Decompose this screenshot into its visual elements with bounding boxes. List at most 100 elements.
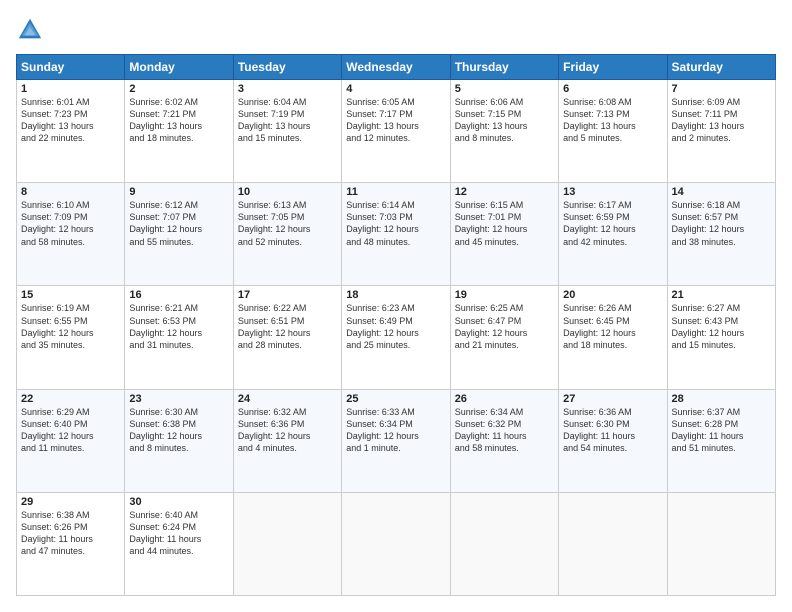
- day-number: 23: [129, 393, 228, 405]
- calendar-cell: 1Sunrise: 6:01 AM Sunset: 7:23 PM Daylig…: [17, 80, 125, 183]
- calendar-cell: 14Sunrise: 6:18 AM Sunset: 6:57 PM Dayli…: [667, 183, 775, 286]
- calendar-cell: 9Sunrise: 6:12 AM Sunset: 7:07 PM Daylig…: [125, 183, 233, 286]
- day-number: 15: [21, 289, 120, 301]
- day-info: Sunrise: 6:21 AM Sunset: 6:53 PM Dayligh…: [129, 302, 228, 351]
- day-info: Sunrise: 6:17 AM Sunset: 6:59 PM Dayligh…: [563, 199, 662, 248]
- calendar-cell: 2Sunrise: 6:02 AM Sunset: 7:21 PM Daylig…: [125, 80, 233, 183]
- day-number: 28: [672, 393, 771, 405]
- calendar-cell: 24Sunrise: 6:32 AM Sunset: 6:36 PM Dayli…: [233, 389, 341, 492]
- dow-header: Monday: [125, 55, 233, 80]
- calendar-cell: [233, 492, 341, 595]
- dow-header: Saturday: [667, 55, 775, 80]
- day-number: 13: [563, 186, 662, 198]
- day-number: 6: [563, 83, 662, 95]
- calendar-cell: 29Sunrise: 6:38 AM Sunset: 6:26 PM Dayli…: [17, 492, 125, 595]
- day-number: 2: [129, 83, 228, 95]
- day-number: 16: [129, 289, 228, 301]
- day-number: 4: [346, 83, 445, 95]
- calendar-cell: 10Sunrise: 6:13 AM Sunset: 7:05 PM Dayli…: [233, 183, 341, 286]
- day-number: 1: [21, 83, 120, 95]
- day-number: 17: [238, 289, 337, 301]
- calendar-cell: 15Sunrise: 6:19 AM Sunset: 6:55 PM Dayli…: [17, 286, 125, 389]
- day-info: Sunrise: 6:22 AM Sunset: 6:51 PM Dayligh…: [238, 302, 337, 351]
- calendar-cell: [450, 492, 558, 595]
- day-number: 27: [563, 393, 662, 405]
- day-number: 5: [455, 83, 554, 95]
- day-number: 14: [672, 186, 771, 198]
- calendar-cell: 8Sunrise: 6:10 AM Sunset: 7:09 PM Daylig…: [17, 183, 125, 286]
- day-info: Sunrise: 6:23 AM Sunset: 6:49 PM Dayligh…: [346, 302, 445, 351]
- calendar-cell: 27Sunrise: 6:36 AM Sunset: 6:30 PM Dayli…: [559, 389, 667, 492]
- day-info: Sunrise: 6:10 AM Sunset: 7:09 PM Dayligh…: [21, 199, 120, 248]
- day-info: Sunrise: 6:06 AM Sunset: 7:15 PM Dayligh…: [455, 96, 554, 145]
- day-info: Sunrise: 6:33 AM Sunset: 6:34 PM Dayligh…: [346, 406, 445, 455]
- day-number: 11: [346, 186, 445, 198]
- day-info: Sunrise: 6:18 AM Sunset: 6:57 PM Dayligh…: [672, 199, 771, 248]
- calendar: SundayMondayTuesdayWednesdayThursdayFrid…: [16, 54, 776, 596]
- day-info: Sunrise: 6:04 AM Sunset: 7:19 PM Dayligh…: [238, 96, 337, 145]
- calendar-cell: 25Sunrise: 6:33 AM Sunset: 6:34 PM Dayli…: [342, 389, 450, 492]
- calendar-cell: [667, 492, 775, 595]
- day-number: 9: [129, 186, 228, 198]
- day-info: Sunrise: 6:12 AM Sunset: 7:07 PM Dayligh…: [129, 199, 228, 248]
- calendar-cell: 16Sunrise: 6:21 AM Sunset: 6:53 PM Dayli…: [125, 286, 233, 389]
- calendar-cell: 28Sunrise: 6:37 AM Sunset: 6:28 PM Dayli…: [667, 389, 775, 492]
- day-info: Sunrise: 6:25 AM Sunset: 6:47 PM Dayligh…: [455, 302, 554, 351]
- day-info: Sunrise: 6:15 AM Sunset: 7:01 PM Dayligh…: [455, 199, 554, 248]
- calendar-cell: 18Sunrise: 6:23 AM Sunset: 6:49 PM Dayli…: [342, 286, 450, 389]
- day-info: Sunrise: 6:13 AM Sunset: 7:05 PM Dayligh…: [238, 199, 337, 248]
- day-info: Sunrise: 6:27 AM Sunset: 6:43 PM Dayligh…: [672, 302, 771, 351]
- day-number: 20: [563, 289, 662, 301]
- calendar-cell: 13Sunrise: 6:17 AM Sunset: 6:59 PM Dayli…: [559, 183, 667, 286]
- dow-header: Tuesday: [233, 55, 341, 80]
- calendar-cell: 12Sunrise: 6:15 AM Sunset: 7:01 PM Dayli…: [450, 183, 558, 286]
- calendar-cell: 3Sunrise: 6:04 AM Sunset: 7:19 PM Daylig…: [233, 80, 341, 183]
- day-number: 12: [455, 186, 554, 198]
- day-info: Sunrise: 6:32 AM Sunset: 6:36 PM Dayligh…: [238, 406, 337, 455]
- day-number: 8: [21, 186, 120, 198]
- day-number: 3: [238, 83, 337, 95]
- dow-header: Thursday: [450, 55, 558, 80]
- day-info: Sunrise: 6:29 AM Sunset: 6:40 PM Dayligh…: [21, 406, 120, 455]
- day-info: Sunrise: 6:08 AM Sunset: 7:13 PM Dayligh…: [563, 96, 662, 145]
- header: [16, 16, 776, 44]
- calendar-cell: 23Sunrise: 6:30 AM Sunset: 6:38 PM Dayli…: [125, 389, 233, 492]
- day-number: 30: [129, 496, 228, 508]
- calendar-cell: [342, 492, 450, 595]
- day-number: 24: [238, 393, 337, 405]
- day-number: 26: [455, 393, 554, 405]
- calendar-cell: 11Sunrise: 6:14 AM Sunset: 7:03 PM Dayli…: [342, 183, 450, 286]
- logo-icon: [16, 16, 44, 44]
- calendar-cell: 30Sunrise: 6:40 AM Sunset: 6:24 PM Dayli…: [125, 492, 233, 595]
- day-info: Sunrise: 6:30 AM Sunset: 6:38 PM Dayligh…: [129, 406, 228, 455]
- day-info: Sunrise: 6:34 AM Sunset: 6:32 PM Dayligh…: [455, 406, 554, 455]
- calendar-cell: 22Sunrise: 6:29 AM Sunset: 6:40 PM Dayli…: [17, 389, 125, 492]
- logo: [16, 16, 48, 44]
- dow-header: Sunday: [17, 55, 125, 80]
- day-info: Sunrise: 6:37 AM Sunset: 6:28 PM Dayligh…: [672, 406, 771, 455]
- page: SundayMondayTuesdayWednesdayThursdayFrid…: [0, 0, 792, 612]
- day-number: 18: [346, 289, 445, 301]
- calendar-cell: 21Sunrise: 6:27 AM Sunset: 6:43 PM Dayli…: [667, 286, 775, 389]
- calendar-cell: [559, 492, 667, 595]
- day-info: Sunrise: 6:14 AM Sunset: 7:03 PM Dayligh…: [346, 199, 445, 248]
- day-number: 29: [21, 496, 120, 508]
- calendar-cell: 20Sunrise: 6:26 AM Sunset: 6:45 PM Dayli…: [559, 286, 667, 389]
- day-info: Sunrise: 6:19 AM Sunset: 6:55 PM Dayligh…: [21, 302, 120, 351]
- day-info: Sunrise: 6:36 AM Sunset: 6:30 PM Dayligh…: [563, 406, 662, 455]
- calendar-cell: 6Sunrise: 6:08 AM Sunset: 7:13 PM Daylig…: [559, 80, 667, 183]
- day-number: 7: [672, 83, 771, 95]
- day-number: 21: [672, 289, 771, 301]
- calendar-cell: 5Sunrise: 6:06 AM Sunset: 7:15 PM Daylig…: [450, 80, 558, 183]
- day-number: 19: [455, 289, 554, 301]
- dow-header: Wednesday: [342, 55, 450, 80]
- day-info: Sunrise: 6:01 AM Sunset: 7:23 PM Dayligh…: [21, 96, 120, 145]
- day-number: 10: [238, 186, 337, 198]
- day-number: 22: [21, 393, 120, 405]
- day-info: Sunrise: 6:26 AM Sunset: 6:45 PM Dayligh…: [563, 302, 662, 351]
- calendar-cell: 7Sunrise: 6:09 AM Sunset: 7:11 PM Daylig…: [667, 80, 775, 183]
- day-info: Sunrise: 6:38 AM Sunset: 6:26 PM Dayligh…: [21, 509, 120, 558]
- day-info: Sunrise: 6:09 AM Sunset: 7:11 PM Dayligh…: [672, 96, 771, 145]
- day-info: Sunrise: 6:05 AM Sunset: 7:17 PM Dayligh…: [346, 96, 445, 145]
- calendar-cell: 26Sunrise: 6:34 AM Sunset: 6:32 PM Dayli…: [450, 389, 558, 492]
